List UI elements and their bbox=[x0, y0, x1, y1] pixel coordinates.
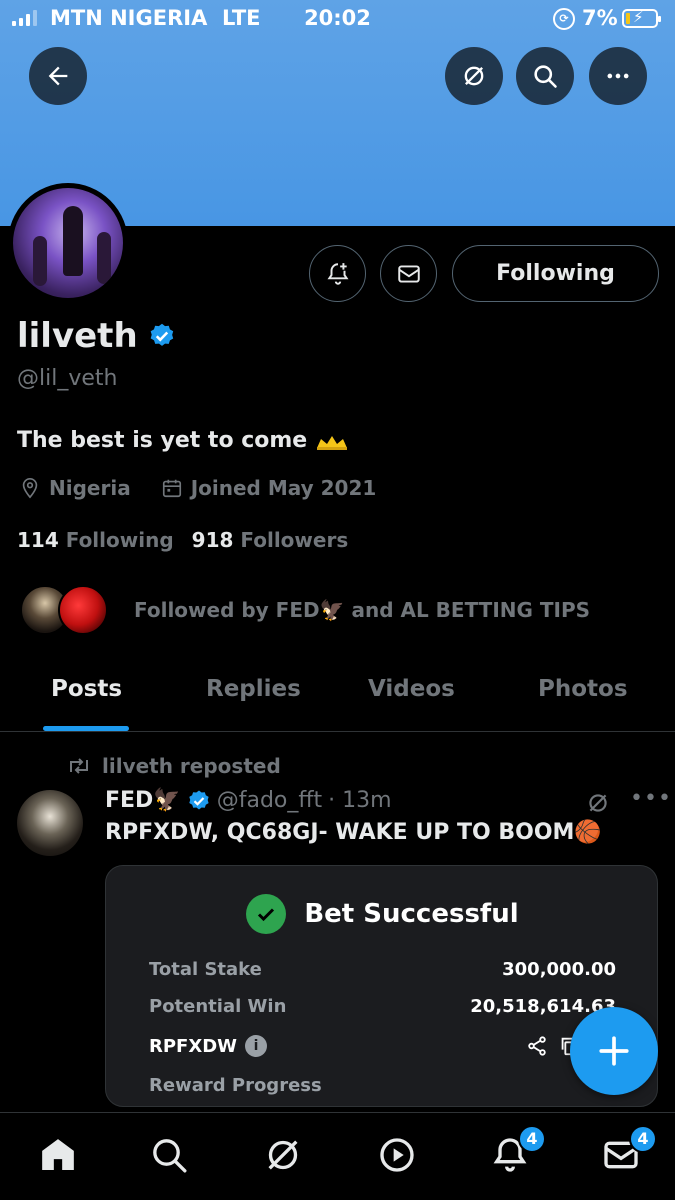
search-icon bbox=[534, 65, 557, 88]
card-title-row: Bet Successful bbox=[106, 894, 657, 934]
followed-by[interactable]: Followed by FED🦅 and AL BETTING TIPS bbox=[20, 585, 590, 635]
search-button[interactable] bbox=[516, 47, 574, 105]
nav-notifications[interactable]: 4 bbox=[488, 1125, 546, 1177]
profile-avatar[interactable] bbox=[8, 183, 128, 303]
tab-photos[interactable]: Photos bbox=[538, 676, 628, 702]
notify-button[interactable] bbox=[309, 245, 366, 302]
followers-label: Followers bbox=[240, 528, 349, 552]
play-circle-icon bbox=[380, 1138, 414, 1172]
post-grok-button[interactable] bbox=[585, 790, 611, 820]
row-label: Potential Win bbox=[149, 996, 287, 1017]
post-author-avatar[interactable] bbox=[17, 790, 83, 856]
profile-tabs: Posts Replies Videos Photos bbox=[0, 660, 675, 732]
nav-grok[interactable] bbox=[261, 1133, 305, 1177]
post-author-name[interactable]: FED🦅 bbox=[105, 788, 181, 813]
profile-handle: @lil_veth bbox=[17, 366, 118, 391]
verified-badge-icon bbox=[189, 790, 209, 809]
row-label: RPFXDW bbox=[149, 1035, 238, 1057]
post-header: FED🦅 @fado_fft · 13m bbox=[105, 788, 392, 813]
crown-icon bbox=[317, 435, 348, 450]
repost-text: lilveth reposted bbox=[102, 754, 281, 778]
row-label: Total Stake bbox=[149, 959, 262, 980]
profile-location: Nigeria bbox=[49, 476, 131, 500]
post-author-handle[interactable]: @fado_fft bbox=[217, 788, 322, 813]
bell-plus-icon bbox=[327, 262, 348, 285]
following-stat[interactable]: 114 Following bbox=[17, 528, 174, 552]
row-label: Reward Progress bbox=[149, 1075, 322, 1096]
envelope-icon bbox=[397, 264, 420, 283]
nav-search[interactable] bbox=[147, 1133, 191, 1177]
info-icon: i bbox=[245, 1035, 268, 1057]
following-button[interactable]: Following bbox=[452, 245, 659, 302]
grok-button[interactable] bbox=[445, 47, 503, 105]
card-row-reward: Reward Progress Vi bbox=[149, 1075, 616, 1096]
following-label: Following bbox=[65, 528, 174, 552]
location-pin-icon bbox=[22, 478, 38, 499]
repost-icon bbox=[70, 758, 88, 774]
profile-name-row: lilveth bbox=[17, 316, 176, 356]
messages-badge: 4 bbox=[629, 1125, 657, 1153]
profile-joined: Joined May 2021 bbox=[190, 476, 377, 500]
card-title: Bet Successful bbox=[304, 899, 519, 929]
compose-button[interactable] bbox=[570, 1007, 658, 1095]
more-horizontal-icon bbox=[607, 73, 629, 79]
more-options-button[interactable] bbox=[589, 47, 647, 105]
profile-name: lilveth bbox=[17, 316, 138, 356]
status-bar: MTN NIGERIA LTE 20:02 ⟳ 7% ⚡ bbox=[0, 0, 675, 40]
verified-badge-icon[interactable] bbox=[148, 322, 176, 350]
grok-icon bbox=[589, 794, 607, 812]
tab-videos[interactable]: Videos bbox=[368, 676, 455, 702]
share-icon bbox=[528, 1036, 546, 1056]
check-circle-icon bbox=[246, 894, 287, 934]
card-row-win: Potential Win 20,518,614.63 bbox=[149, 996, 616, 1017]
row-value: 300,000.00 bbox=[502, 959, 616, 980]
post-text: RPFXDW, QC68GJ- WAKE UP TO BOOM🏀 bbox=[105, 820, 602, 845]
nav-messages[interactable]: 4 bbox=[599, 1125, 657, 1177]
follower-avatar bbox=[58, 585, 108, 635]
search-icon bbox=[153, 1139, 187, 1173]
post-time: · 13m bbox=[328, 788, 392, 813]
bio-text: The best is yet to come bbox=[17, 428, 308, 453]
plus-icon bbox=[599, 1036, 629, 1066]
nav-video[interactable] bbox=[375, 1133, 419, 1177]
bottom-navigation: 4 4 bbox=[0, 1112, 675, 1200]
back-button[interactable] bbox=[29, 47, 87, 105]
notifications-badge: 4 bbox=[518, 1125, 546, 1153]
battery-percent: 7% bbox=[582, 6, 618, 30]
followers-stat[interactable]: 918 Followers bbox=[192, 528, 349, 552]
message-button[interactable] bbox=[380, 245, 437, 302]
profile-stats: 114 Following 918 Followers bbox=[17, 528, 348, 552]
profile-bio: The best is yet to come bbox=[17, 428, 349, 453]
following-count: 114 bbox=[17, 528, 59, 552]
repost-indicator[interactable]: lilveth reposted bbox=[66, 754, 281, 778]
followed-by-text: Followed by FED🦅 and AL BETTING TIPS bbox=[134, 598, 591, 622]
nav-home[interactable] bbox=[36, 1133, 80, 1177]
followers-count: 918 bbox=[191, 528, 234, 552]
grok-icon bbox=[464, 66, 484, 86]
tab-posts[interactable]: Posts bbox=[51, 676, 122, 702]
post-more-icon[interactable]: ••• bbox=[630, 786, 672, 811]
home-icon bbox=[42, 1139, 74, 1170]
profile-meta: Nigeria Joined May 2021 bbox=[19, 476, 376, 500]
tab-replies[interactable]: Replies bbox=[206, 676, 301, 702]
arrow-left-icon bbox=[48, 66, 68, 86]
grok-icon bbox=[268, 1140, 298, 1170]
battery-icon: ⚡ bbox=[622, 8, 661, 28]
card-row-code: RPFXDWi Pu bbox=[149, 1035, 616, 1057]
calendar-icon bbox=[162, 479, 181, 498]
card-row-stake: Total Stake 300,000.00 bbox=[149, 959, 616, 980]
active-tab-indicator bbox=[43, 726, 129, 731]
rotation-lock-icon: ⟳ bbox=[553, 8, 575, 30]
